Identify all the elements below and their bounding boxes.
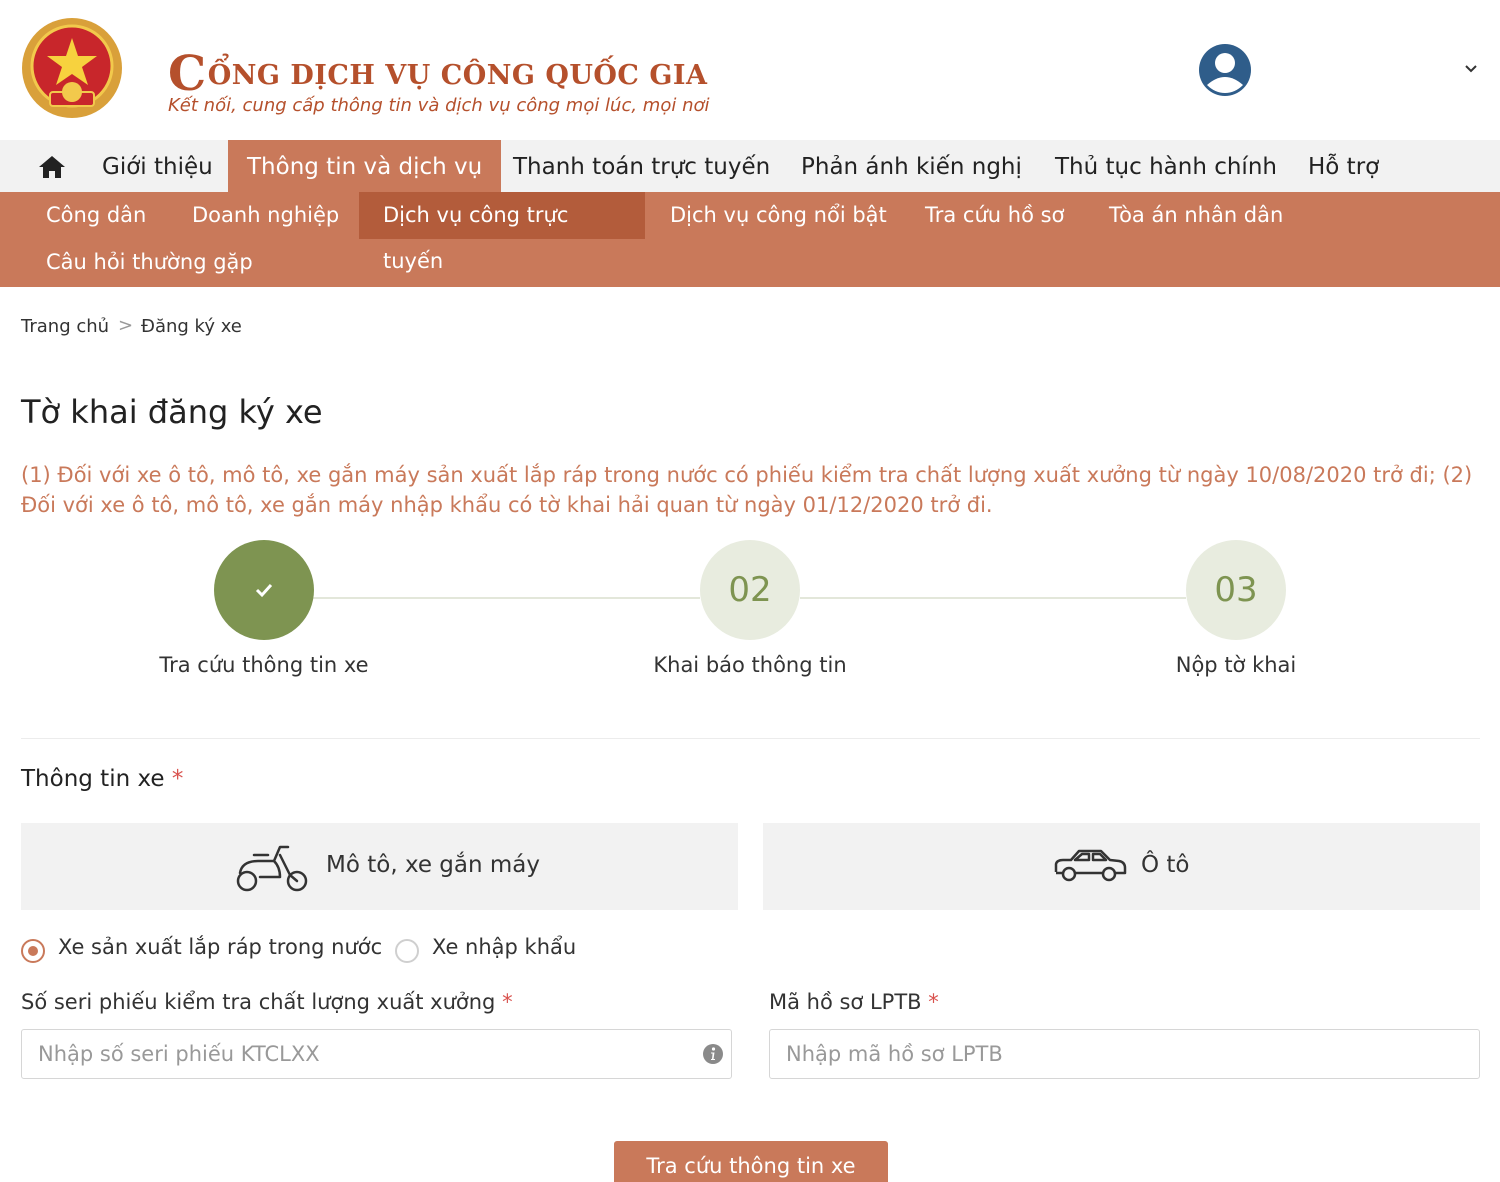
serial-field-label: Số seri phiếu kiểm tra chất lượng xuất x… [21, 990, 513, 1014]
site-header: CỔNG DỊCH VỤ CÔNG QUỐC GIA Kết nối, cung… [0, 0, 1500, 140]
subnav-item-cau-hoi[interactable]: Câu hỏi thường gặp [22, 239, 277, 286]
nav-item-thong-tin-dich-vu[interactable]: Thông tin và dịch vụ [228, 140, 502, 192]
radio-domestic-label[interactable]: Xe sản xuất lắp ráp trong nước [58, 935, 382, 959]
vehicle-type-car-label: Ô tô [1141, 852, 1190, 878]
portal-title-initial: C [168, 46, 207, 102]
portal-title-text: ỔNG DỊCH VỤ CÔNG QUỐC GIA [207, 60, 708, 91]
subnav-item-cong-dan[interactable]: Công dân [22, 192, 170, 239]
vehicle-type-motorbike[interactable]: Mô tô, xe gắn máy [21, 823, 738, 910]
check-icon [255, 583, 273, 598]
lptb-input[interactable] [769, 1029, 1480, 1079]
subnav-item-tra-cuu-ho-so[interactable]: Tra cứu hồ sơ [901, 192, 1088, 239]
nav-item-ho-tro[interactable]: Hỗ trợ [1289, 140, 1398, 192]
notice-text: (1) Đối với xe ô tô, mô tô, xe gắn máy s… [21, 463, 1473, 517]
user-avatar-icon[interactable] [1198, 43, 1252, 97]
step-3-label: Nộp tờ khai [1175, 653, 1297, 677]
lookup-vehicle-button[interactable]: Tra cứu thông tin xe [614, 1141, 888, 1182]
nav-item-gioi-thieu[interactable]: Giới thiệu [84, 140, 231, 192]
nav-item-thanh-toan[interactable]: Thanh toán trực tuyến [494, 140, 789, 192]
subnav-item-dich-vu-noi-bat[interactable]: Dịch vụ công nổi bật [646, 192, 911, 239]
serial-field-label-text: Số seri phiếu kiểm tra chất lượng xuất x… [21, 990, 496, 1014]
vehicle-section-title-text: Thông tin xe [21, 766, 165, 792]
breadcrumb-current: Đăng ký xe [141, 316, 242, 337]
chevron-down-icon[interactable] [1462, 60, 1480, 78]
car-icon [1054, 849, 1127, 882]
sub-nav: Công dân Doanh nghiệp Dịch vụ công trực … [0, 192, 1500, 287]
portal-title[interactable]: CỔNG DỊCH VỤ CÔNG QUỐC GIA [168, 40, 708, 102]
radio-imported-label[interactable]: Xe nhập khẩu [432, 935, 576, 959]
section-divider [21, 738, 1480, 739]
step-2-circle: 02 [700, 540, 800, 640]
home-icon[interactable] [37, 154, 67, 180]
vehicle-section-title: Thông tin xe * [21, 766, 183, 792]
national-emblem-icon[interactable] [20, 16, 124, 120]
vehicle-type-motorbike-label: Mô tô, xe gắn máy [326, 852, 540, 878]
main-nav: Giới thiệu Thông tin và dịch vụ Thanh to… [0, 140, 1500, 192]
breadcrumb-home[interactable]: Trang chủ [21, 316, 109, 337]
step-2-label: Khai báo thông tin [653, 653, 847, 677]
step-connector [313, 597, 700, 599]
nav-item-phan-anh[interactable]: Phản ánh kiến nghị [782, 140, 1041, 192]
radio-imported[interactable] [395, 939, 419, 963]
serial-input[interactable] [21, 1029, 732, 1079]
required-mark: * [171, 766, 184, 792]
step-1-circle [214, 540, 314, 640]
subnav-item-toa-an[interactable]: Tòa án nhân dân [1085, 192, 1307, 239]
required-mark: * [502, 990, 513, 1014]
info-icon[interactable] [702, 1043, 724, 1065]
motorbike-icon [236, 845, 308, 892]
subnav-item-dich-vu-truc-tuyen[interactable]: Dịch vụ công trực tuyến [359, 192, 645, 273]
required-mark: * [928, 990, 939, 1014]
nav-item-thu-tuc[interactable]: Thủ tục hành chính [1036, 140, 1296, 192]
step-1-label: Tra cứu thông tin xe [159, 653, 369, 677]
page-title: Tờ khai đăng ký xe [21, 393, 323, 431]
subnav-item-doanh-nghiep[interactable]: Doanh nghiệp [168, 192, 363, 239]
portal-subtitle: Kết nối, cung cấp thông tin và dịch vụ c… [168, 95, 710, 116]
lptb-field-label: Mã hồ sơ LPTB * [769, 990, 939, 1014]
vehicle-type-car[interactable]: Ô tô [763, 823, 1480, 910]
radio-domestic[interactable] [21, 939, 45, 963]
step-connector [800, 597, 1186, 599]
breadcrumb-separator: > [118, 315, 134, 336]
lptb-field-label-text: Mã hồ sơ LPTB [769, 990, 922, 1014]
step-3-circle: 03 [1186, 540, 1286, 640]
